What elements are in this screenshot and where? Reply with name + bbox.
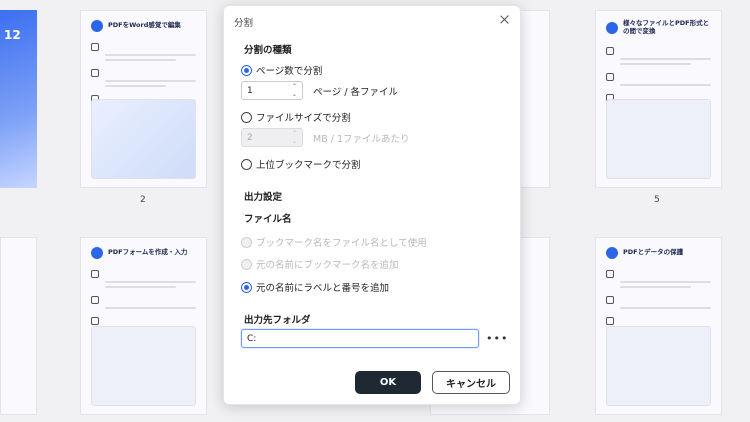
thumbnail-preview-image: [606, 326, 711, 406]
pdfelement-logo-icon: [91, 247, 103, 259]
radio-label: 元の名前にラベルと番号を追加: [256, 283, 390, 294]
cover-number: 12: [4, 28, 21, 42]
radio-unchecked-icon: [241, 158, 252, 170]
cancel-button[interactable]: キャンセル: [432, 371, 510, 394]
pdfelement-logo-icon: [91, 20, 103, 32]
stepper-down-icon: ⌄: [291, 138, 297, 145]
stepper-value: 1: [247, 85, 253, 96]
radio-label: 上位ブックマークで分割: [256, 160, 361, 171]
output-folder-heading: 出力先フォルダ: [244, 315, 311, 326]
folder-path-value: C:: [247, 333, 257, 344]
radio-label: ページ数で分割: [256, 66, 323, 77]
split-by-bookmark-radio[interactable]: 上位ブックマークで分割: [241, 157, 361, 171]
size-unit-label: MB / 1ファイルあたり: [313, 134, 410, 145]
split-type-heading: 分割の種類: [244, 45, 292, 56]
page-thumbnail-protect[interactable]: PDFとデータの保護: [595, 237, 722, 415]
radio-unchecked-icon: [241, 111, 252, 123]
ok-button[interactable]: OK: [355, 371, 421, 394]
page-number-label: 2: [140, 195, 146, 205]
browse-folder-button[interactable]: •••: [486, 332, 508, 345]
stepper-value: 2: [247, 132, 253, 143]
pdfelement-logo-icon: [606, 21, 618, 34]
thumbnail-title: PDFフォームを作成・入力: [108, 248, 188, 257]
page-thumbnail-forms[interactable]: PDFフォームを作成・入力: [80, 237, 207, 415]
thumbnail-title: 様々なファイルとPDF形式との間で変換: [623, 19, 710, 35]
stepper-up-icon[interactable]: ⌃: [292, 83, 297, 91]
filename-label-number-radio[interactable]: 元の名前にラベルと番号を追加: [241, 280, 389, 294]
page-thumbnail-2[interactable]: PDFをWord感覚で編集: [80, 10, 207, 188]
radio-checked-icon: [241, 281, 252, 293]
radio-label: ブックマーク名をファイル名として使用: [256, 238, 427, 249]
stepper-up-icon: ⌃: [291, 130, 297, 137]
pages-unit-label: ページ / 各ファイル: [313, 87, 399, 98]
radio-disabled-icon: [241, 258, 252, 270]
close-icon[interactable]: [497, 12, 513, 28]
filename-append-bookmark-radio: 元の名前にブックマーク名を追加: [241, 257, 399, 271]
thumbnail-title: PDFとデータの保護: [623, 248, 684, 257]
page-number-label: 5: [654, 195, 660, 205]
thumbnail-preview-image: [91, 99, 196, 179]
radio-disabled-icon: [241, 236, 252, 248]
page-thumbnail-5[interactable]: 様々なファイルとPDF形式との間で変換: [595, 10, 722, 188]
pages-per-file-stepper[interactable]: 1 ⌃ ⌄: [241, 81, 303, 100]
split-by-pages-radio[interactable]: ページ数で分割: [241, 63, 322, 77]
thumbnail-cover[interactable]: 12: [0, 10, 37, 188]
radio-label: ファイルサイズで分割: [256, 113, 351, 124]
page-thumbnail-partial-left[interactable]: [0, 237, 37, 415]
thumbnail-preview-image: [91, 326, 196, 406]
output-settings-heading: 出力設定: [244, 192, 283, 203]
pdfelement-logo-icon: [606, 247, 618, 259]
radio-label: 元の名前にブックマーク名を追加: [256, 260, 399, 271]
filename-bookmark-radio: ブックマーク名をファイル名として使用: [241, 235, 427, 249]
output-folder-input[interactable]: C:: [241, 329, 479, 348]
dialog-title: 分割: [234, 18, 254, 29]
thumbnail-preview-image: [606, 99, 711, 179]
filename-heading: ファイル名: [244, 214, 292, 225]
thumbnail-title: PDFをWord感覚で編集: [108, 21, 181, 30]
stepper-down-icon[interactable]: ⌄: [292, 91, 297, 99]
file-size-stepper: 2 ⌃ ⌄: [241, 128, 303, 147]
split-by-size-radio[interactable]: ファイルサイズで分割: [241, 110, 351, 124]
radio-checked-icon: [241, 64, 252, 76]
split-dialog: 分割 分割の種類 ページ数で分割 1 ⌃ ⌄ ページ / 各ファイル ファイルサイ…: [223, 5, 521, 405]
